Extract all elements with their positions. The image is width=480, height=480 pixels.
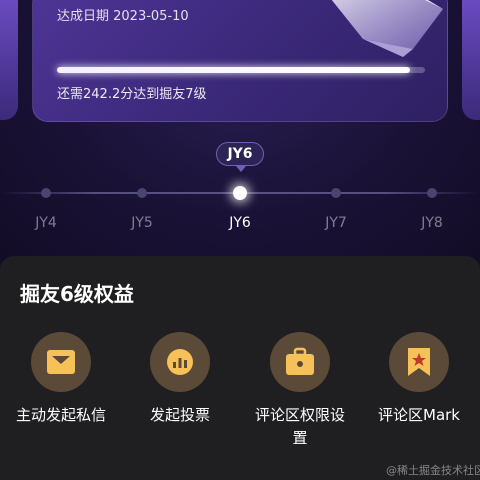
level-label-jy4[interactable]: JY4	[16, 215, 76, 231]
level-label-jy5[interactable]: JY5	[112, 215, 172, 231]
envelope-icon	[31, 332, 91, 392]
level-label-jy8[interactable]: JY8	[402, 215, 462, 231]
benefit-label: 评论区权限设置	[254, 406, 345, 447]
level-progress-fill	[57, 67, 411, 73]
level-dot-jy7[interactable]	[331, 188, 341, 198]
level-dot-jy4[interactable]	[41, 188, 51, 198]
benefit-label: 发起投票	[149, 406, 210, 424]
benefit-comment-mark[interactable]: 评论区Mark	[364, 332, 474, 427]
achieved-date: 达成日期 2023-05-10	[57, 9, 189, 24]
level-dot-jy5[interactable]	[137, 188, 147, 198]
level-dot-jy6[interactable]	[233, 186, 247, 200]
briefcase-icon	[270, 332, 330, 392]
current-level-badge: JY6	[216, 142, 264, 172]
prev-level-card[interactable]	[0, 0, 18, 120]
benefits-sheet: 掘友6级权益 主动发起私信 发起投票 评论区权限设置 评论区Mark	[0, 256, 480, 480]
bar-chart-icon	[150, 332, 210, 392]
level-label-jy6[interactable]: JY6	[210, 215, 270, 231]
watermark: @稀土掘金技术社区	[386, 464, 480, 477]
points-needed-text: 还需242.2分达到掘友7级	[57, 87, 207, 102]
benefit-label: 主动发起私信	[15, 406, 106, 424]
level-label-jy7[interactable]: JY7	[306, 215, 366, 231]
benefits-title: 掘友6级权益	[20, 282, 134, 306]
level-dot-jy8[interactable]	[427, 188, 437, 198]
benefit-comment-permission[interactable]: 评论区权限设置	[245, 332, 355, 450]
bookmark-star-icon	[389, 332, 449, 392]
next-level-card[interactable]	[462, 0, 480, 120]
benefit-vote[interactable]: 发起投票	[125, 332, 235, 427]
crystal-gem-icon	[331, 0, 443, 57]
level-header: 达成日期 2023-05-10 还需242.2分达到掘友7级 JY6 JY4 JY…	[0, 0, 480, 262]
level-progress-bar	[57, 67, 425, 73]
benefit-label: 评论区Mark	[378, 406, 460, 424]
benefit-private-message[interactable]: 主动发起私信	[6, 332, 116, 427]
current-level-card: 达成日期 2023-05-10 还需242.2分达到掘友7级	[32, 0, 448, 122]
